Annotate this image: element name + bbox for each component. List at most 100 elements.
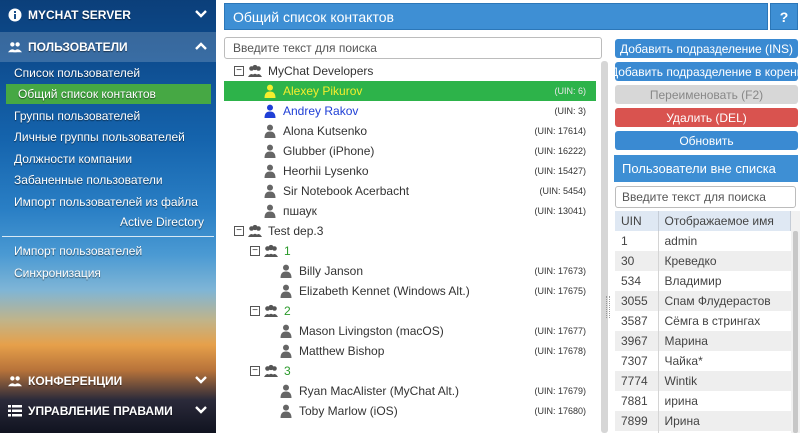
- sidebar-item-common-contacts[interactable]: Общий список контактов: [6, 84, 211, 104]
- tree-user-uin: (UIN: 17673): [534, 266, 586, 276]
- collapse-toggle-icon[interactable]: −: [234, 66, 244, 76]
- tree-group-row[interactable]: − MyChat Developers: [224, 61, 596, 81]
- table-row[interactable]: 7307 Чайка*: [615, 351, 791, 371]
- tree-user-row[interactable]: Heorhii Lysenko (UIN: 15427): [224, 161, 596, 181]
- sidebar-item-ad-sync[interactable]: Синхронизация: [14, 263, 210, 283]
- rename-button[interactable]: Переименовать (F2): [615, 85, 798, 104]
- tree-user-row[interactable]: Alona Kutsenko (UIN: 17614): [224, 121, 596, 141]
- refresh-button[interactable]: Обновить: [615, 131, 798, 150]
- tree-user-uin: (UIN: 17677): [534, 326, 586, 336]
- tree-group-row[interactable]: − Test dep.3: [224, 221, 596, 241]
- table-row[interactable]: 7881 ирина: [615, 391, 791, 411]
- delete-button[interactable]: Удалить (DEL): [615, 108, 798, 127]
- tree-user-uin: (UIN: 17679): [534, 386, 586, 396]
- person-icon: [262, 183, 278, 199]
- table-row[interactable]: 3587 Сёмга в стрингах: [615, 311, 791, 331]
- tree-user-row[interactable]: Sir Notebook Acerbacht (UIN: 5454): [224, 181, 596, 201]
- chevron-down-icon: [194, 7, 208, 21]
- outside-users-table: UIN Отображаемое имя 1 admin 30 Креведко 534…: [615, 211, 791, 433]
- sidebar-item-ad-import[interactable]: Импорт пользователей: [14, 241, 210, 261]
- cell-uin: 7774: [615, 371, 659, 391]
- tree-group-label: 2: [284, 304, 291, 318]
- panel-splitter-handle[interactable]: [606, 296, 610, 318]
- cell-uin: 3967: [615, 331, 659, 351]
- sidebar-item-users-list[interactable]: Список пользователей: [14, 63, 210, 83]
- cell-uin: 1: [615, 231, 659, 251]
- outside-users-search-input[interactable]: [615, 186, 796, 208]
- rights-section-title: УПРАВЛЕНИЕ ПРАВАМИ: [28, 404, 173, 418]
- tree-user-row[interactable]: Billy Janson (UIN: 17673): [224, 261, 596, 281]
- conferences-section-header[interactable]: КОНФЕРЕНЦИИ: [0, 366, 216, 396]
- group-icon: [263, 243, 279, 259]
- cell-uin: 7307: [615, 351, 659, 371]
- collapse-toggle-icon[interactable]: −: [250, 246, 260, 256]
- sidebar-item-positions[interactable]: Должности компании: [14, 149, 210, 169]
- column-header-display-name[interactable]: Отображаемое имя: [658, 211, 791, 231]
- table-row[interactable]: 7899 Ирина: [615, 411, 791, 431]
- cell-display-name: Владимир: [658, 271, 791, 291]
- group-icon: [247, 223, 263, 239]
- tree-user-row[interactable]: Mason Livingston (macOS) (UIN: 17677): [224, 321, 596, 341]
- collapse-toggle-icon[interactable]: −: [250, 366, 260, 376]
- tree-group-row[interactable]: −3: [224, 361, 596, 381]
- tree-group-row[interactable]: −2: [224, 301, 596, 321]
- tree-group-label: Test dep.3: [268, 224, 324, 238]
- tree-user-row[interactable]: пшаук (UIN: 13041): [224, 201, 596, 221]
- server-header[interactable]: MYCHAT SERVER: [0, 0, 216, 30]
- tree-user-row[interactable]: Elizabeth Kennet (Windows Alt.) (UIN: 176…: [224, 281, 596, 301]
- column-header-uin[interactable]: UIN: [615, 211, 659, 231]
- rights-section-header[interactable]: УПРАВЛЕНИЕ ПРАВАМИ: [0, 396, 216, 426]
- tree-user-name: Matthew Bishop: [299, 344, 385, 358]
- person-icon: [262, 143, 278, 159]
- tree-user-name: Sir Notebook Acerbacht: [283, 184, 410, 198]
- menu-icon: [8, 404, 22, 418]
- active-directory-title: Active Directory: [119, 215, 204, 229]
- collapse-toggle-icon[interactable]: −: [250, 306, 260, 316]
- sidebar-item-import-file[interactable]: Импорт пользователей из файла: [14, 192, 210, 212]
- table-row[interactable]: 3967 Марина: [615, 331, 791, 351]
- tree-group-label: 3: [284, 364, 291, 378]
- tree-user-name: Mason Livingston (macOS): [299, 324, 444, 338]
- ad-divider: [2, 236, 214, 237]
- tree-user-uin: (UIN: 16222): [534, 146, 586, 156]
- tree-user-row[interactable]: Alexey Pikurov (UIN: 6): [224, 81, 596, 101]
- group-icon: [247, 63, 263, 79]
- tree-user-row[interactable]: Andrey Rakov (UIN: 3): [224, 101, 596, 121]
- sidebar-item-personal-groups[interactable]: Личные группы пользователей: [14, 127, 210, 147]
- add-subdivision-button[interactable]: Добавить подразделение (INS): [615, 39, 798, 58]
- person-icon: [278, 383, 294, 399]
- page-title-bar: Общий список контактов: [224, 3, 768, 30]
- help-button[interactable]: ?: [770, 3, 798, 30]
- tree-group-row[interactable]: −1: [224, 241, 596, 261]
- sidebar-item-user-groups[interactable]: Группы пользователей: [14, 106, 210, 126]
- table-row[interactable]: 534 Владимир: [615, 271, 791, 291]
- scrollbar-thumb[interactable]: [793, 231, 798, 433]
- cell-display-name: Сёмга в стрингах: [658, 311, 791, 331]
- add-root-subdivision-button[interactable]: Добавить подразделение в корень: [610, 62, 800, 81]
- tree-user-row[interactable]: Ryan MacAlister (MyChat Alt.) (UIN: 17679…: [224, 381, 596, 401]
- table-row[interactable]: 3055 Спам Флудерастов: [615, 291, 791, 311]
- tree-user-row[interactable]: Matthew Bishop (UIN: 17678): [224, 341, 596, 361]
- users-section-header[interactable]: ПОЛЬЗОВАТЕЛИ: [0, 32, 216, 62]
- tree-user-row[interactable]: Toby Marlow (iOS) (UIN: 17680): [224, 401, 596, 421]
- tree-user-name: Elizabeth Kennet (Windows Alt.): [299, 284, 470, 298]
- tree-user-row[interactable]: Glubber (iPhone) (UIN: 16222): [224, 141, 596, 161]
- table-row[interactable]: 1 admin: [615, 231, 791, 251]
- table-row[interactable]: 7774 Wintik: [615, 371, 791, 391]
- group-icon: [263, 363, 279, 379]
- contacts-search-input[interactable]: [224, 37, 602, 59]
- chevron-up-icon: [194, 39, 208, 53]
- outside-table-scrollbar[interactable]: [791, 211, 800, 433]
- collapse-toggle-icon[interactable]: −: [234, 226, 244, 236]
- cell-display-name: admin: [658, 231, 791, 251]
- table-header-row: UIN Отображаемое имя: [615, 211, 791, 231]
- tree-scrollbar[interactable]: [598, 61, 610, 433]
- table-row[interactable]: 30 Креведко: [615, 251, 791, 271]
- tree-user-uin: (UIN: 17680): [534, 406, 586, 416]
- tree-user-name: Toby Marlow (iOS): [299, 404, 398, 418]
- scrollbar-thumb[interactable]: [601, 61, 608, 433]
- cell-display-name: Чайка*: [658, 351, 791, 371]
- sidebar-item-banned[interactable]: Забаненные пользователи: [14, 170, 210, 190]
- tree-group-label: 1: [284, 244, 291, 258]
- tree-user-uin: (UIN: 6): [554, 86, 587, 96]
